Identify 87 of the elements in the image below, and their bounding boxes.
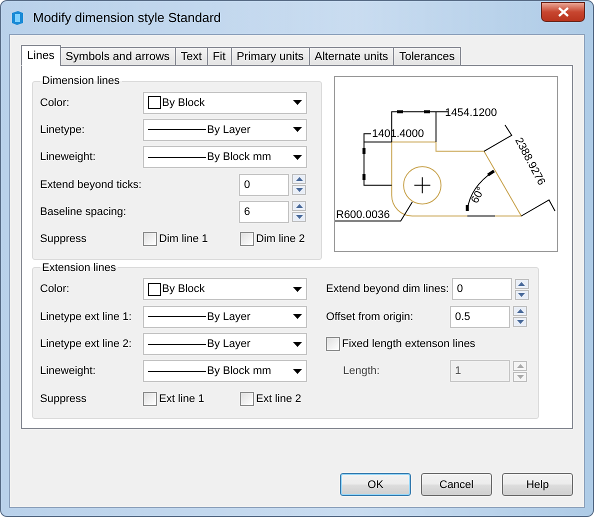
down-arrow-icon xyxy=(296,215,302,220)
center-mark-icon xyxy=(414,176,431,194)
up-arrow-icon xyxy=(516,364,524,368)
caret-icon xyxy=(293,368,302,374)
up-arrow-icon xyxy=(296,204,302,208)
window-title: Modify dimension style Standard xyxy=(33,10,222,25)
caret-icon xyxy=(293,342,302,347)
field-label: Extend beyond ticks: xyxy=(40,178,143,191)
caret-icon xyxy=(293,154,302,160)
line-sample xyxy=(148,370,206,372)
dropdown[interactable]: By Layer xyxy=(143,333,307,356)
field-label: Baseline spacing: xyxy=(40,206,128,218)
tab[interactable]: Alternate units xyxy=(308,47,394,66)
close-icon xyxy=(558,6,568,16)
number-field[interactable]: 0 xyxy=(239,174,289,196)
checkbox-label[interactable]: Ext line 1 xyxy=(159,392,204,405)
dimension-label: 1454.1200 xyxy=(445,107,497,119)
dialog-button[interactable]: OK xyxy=(340,473,411,496)
spin-up-button[interactable] xyxy=(514,278,529,289)
line-sample xyxy=(148,344,206,345)
caret-icon xyxy=(293,127,302,132)
dialog-button[interactable]: Cancel xyxy=(421,473,492,496)
spin-down-button[interactable] xyxy=(513,317,527,328)
dropdown[interactable]: By Block mm xyxy=(143,146,307,168)
tab[interactable]: Text xyxy=(174,47,208,66)
spin-up-button[interactable] xyxy=(292,201,306,212)
tab[interactable]: Symbols and arrows xyxy=(60,47,176,66)
color-swatch xyxy=(148,282,161,296)
line-sample xyxy=(148,316,206,318)
group-title: Dimension lines xyxy=(41,75,121,87)
app-icon xyxy=(9,10,25,26)
spin-down-button[interactable] xyxy=(292,185,306,196)
checkbox-label[interactable]: Dim line 2 xyxy=(256,233,305,246)
up-arrow-icon xyxy=(296,177,302,182)
checkbox[interactable] xyxy=(240,232,254,246)
down-arrow-icon xyxy=(516,320,524,324)
dropdown[interactable]: By Block xyxy=(143,278,307,300)
number-field[interactable]: 6 xyxy=(239,200,289,223)
spin-up-button[interactable] xyxy=(513,306,527,316)
down-arrow-icon xyxy=(518,292,526,297)
field-label: Linetype ext line 1: xyxy=(40,310,133,323)
dropdown[interactable]: By Block mm xyxy=(143,360,307,382)
tab[interactable]: Fit xyxy=(206,47,232,66)
dropdown[interactable]: By Layer xyxy=(143,306,307,328)
checkbox-label[interactable]: Fixed length extenson lines xyxy=(342,338,476,350)
field-label: Color: xyxy=(40,283,70,296)
field-label: Length: xyxy=(342,365,381,378)
checkbox[interactable] xyxy=(326,337,340,352)
line-sample xyxy=(148,129,206,130)
number-field[interactable]: 0 xyxy=(452,278,512,300)
checkbox[interactable] xyxy=(143,232,157,246)
close-button[interactable] xyxy=(541,2,585,22)
spin-up-button[interactable] xyxy=(292,174,306,184)
field-label: Color: xyxy=(40,96,70,109)
field-label: Linetype: xyxy=(40,124,86,136)
spin-down-button[interactable] xyxy=(514,290,529,300)
checkbox[interactable] xyxy=(240,392,254,406)
checkbox-label[interactable]: Dim line 1 xyxy=(159,233,208,246)
dropdown[interactable]: By Block xyxy=(143,92,307,114)
dialog-button[interactable]: Help xyxy=(502,473,573,496)
caret-icon xyxy=(293,314,302,320)
up-arrow-icon xyxy=(518,282,526,286)
line-sample xyxy=(148,156,206,158)
group-title: Extension lines xyxy=(41,262,117,274)
tab[interactable]: Primary units xyxy=(230,47,310,66)
down-arrow-icon xyxy=(516,374,524,379)
field-label: Suppress xyxy=(40,233,88,246)
number-field[interactable]: 0.5 xyxy=(450,306,510,328)
field-label: Extend beyond dim lines: xyxy=(326,283,450,296)
tab[interactable]: Lines xyxy=(21,45,60,66)
field-label: Suppress xyxy=(40,392,88,405)
tab[interactable]: Tolerances xyxy=(393,47,461,66)
color-swatch xyxy=(148,96,161,110)
angle-label: 60° xyxy=(469,185,488,206)
dropdown[interactable]: By Layer xyxy=(143,118,307,141)
radius-label: R600.0036 xyxy=(336,209,390,221)
field-label: Lineweight: xyxy=(40,365,97,378)
caret-icon xyxy=(293,286,302,292)
checkbox-label[interactable]: Ext line 2 xyxy=(256,392,302,405)
field-label: Offset from origin: xyxy=(326,310,414,323)
checkbox[interactable] xyxy=(143,392,157,406)
caret-icon xyxy=(293,100,302,106)
field-label: Lineweight: xyxy=(40,151,97,164)
up-arrow-icon xyxy=(516,309,524,314)
down-arrow-icon xyxy=(296,188,302,192)
spin-down-button[interactable] xyxy=(292,212,306,222)
field-label: Linetype ext line 2: xyxy=(40,338,133,350)
